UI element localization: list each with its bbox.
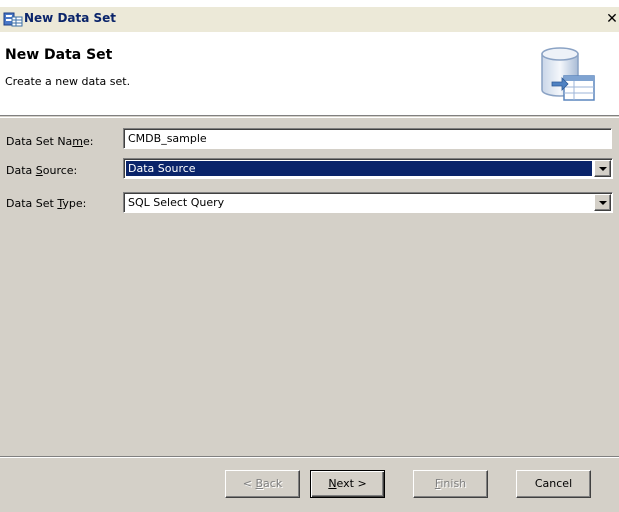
header-divider bbox=[0, 117, 619, 118]
new-data-set-dialog: New Data Set ✕ New Data Set Create a new… bbox=[0, 7, 619, 512]
finish-button[interactable]: Finish bbox=[413, 470, 488, 498]
data-set-wizard-icon bbox=[3, 12, 23, 27]
database-table-icon bbox=[541, 47, 595, 101]
back-button[interactable]: < Back bbox=[225, 470, 300, 498]
chevron-down-icon[interactable] bbox=[594, 160, 611, 177]
data-source-label: Data Source: bbox=[6, 164, 78, 177]
data-set-type-value: SQL Select Query bbox=[128, 196, 225, 209]
chevron-down-icon[interactable] bbox=[594, 194, 611, 211]
data-source-select[interactable]: Data Source bbox=[123, 158, 613, 179]
data-set-name-label: Data Set Name: bbox=[6, 135, 94, 148]
footer-divider-highlight bbox=[0, 457, 619, 458]
data-set-type-select[interactable]: SQL Select Query bbox=[123, 192, 613, 213]
next-button[interactable]: Next > bbox=[310, 470, 385, 498]
close-button[interactable]: ✕ bbox=[604, 10, 619, 28]
page-description: Create a new data set. bbox=[5, 75, 131, 88]
cancel-button[interactable]: Cancel bbox=[516, 470, 591, 498]
wizard-header: New Data Set Create a new data set. bbox=[0, 32, 619, 116]
data-set-type-label: Data Set Type: bbox=[6, 197, 87, 210]
data-source-value: Data Source bbox=[126, 161, 592, 176]
page-title: New Data Set bbox=[5, 47, 113, 63]
data-set-name-input[interactable]: CMDB_sample bbox=[123, 128, 612, 149]
window-title: New Data Set bbox=[24, 11, 117, 25]
title-bar: New Data Set ✕ bbox=[0, 7, 619, 32]
